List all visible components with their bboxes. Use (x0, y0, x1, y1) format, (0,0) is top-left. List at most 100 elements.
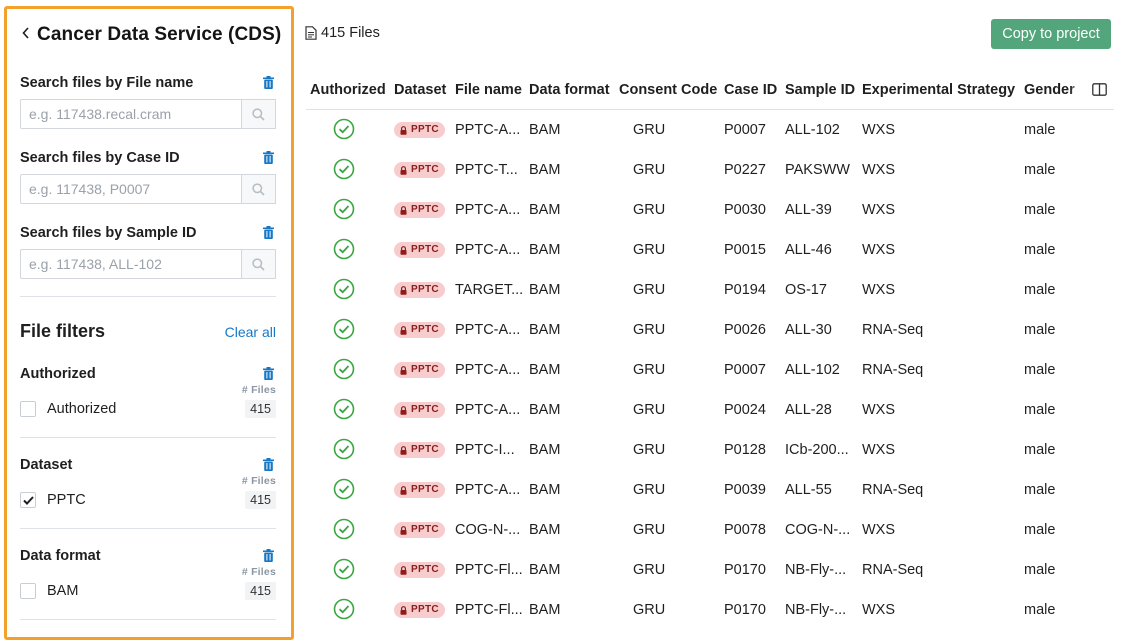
cell-sample-id: NB-Fly-... (785, 562, 847, 578)
cell-sample-id: ALL-55 (785, 482, 832, 498)
files-count-header: # Files (241, 566, 276, 578)
authorized-check-icon (333, 518, 355, 540)
trash-icon[interactable] (263, 549, 274, 562)
search-button[interactable] (242, 174, 276, 204)
trash-icon[interactable] (263, 151, 274, 164)
cell-consent-code: GRU (633, 202, 666, 218)
cell-data-format: BAM (529, 522, 561, 538)
trash-icon[interactable] (263, 226, 274, 239)
table-row[interactable]: PPTC PPTC-A... BAM GRU P0015 ALL-46 WXS male (306, 230, 1114, 270)
cell-gender: male (1024, 362, 1056, 378)
cell-data-format: BAM (529, 442, 561, 458)
column-settings-button[interactable] (1086, 77, 1112, 101)
table-row[interactable]: PPTC PPTC-A... BAM GRU P0039 ALL-55 RNA-Seq mal… (306, 470, 1114, 510)
divider (20, 296, 276, 297)
dataset-badge: PPTC (394, 402, 445, 418)
cell-file-name[interactable]: PPTC-A... (455, 310, 520, 350)
cell-file-name[interactable]: PPTC-A... (455, 470, 520, 510)
facet-option[interactable]: Authorized 415 (20, 399, 276, 419)
cell-file-name[interactable]: PPTC-A... (455, 350, 520, 390)
facet-option[interactable]: PPTC 415 (20, 490, 276, 510)
copy-to-project-button[interactable]: Copy to project (991, 19, 1111, 49)
table-row[interactable]: PPTC TARGET... BAM GRU P0194 OS-17 WXS male (306, 270, 1114, 310)
cell-file-name[interactable]: PPTC-Fl... (455, 550, 523, 590)
cell-file-name[interactable]: PPTC-A... (455, 230, 520, 270)
search-file-name-input[interactable] (20, 99, 242, 129)
cell-file-name[interactable]: PPTC-A... (455, 190, 520, 230)
table-row[interactable]: PPTC PPTC-A... BAM GRU P0026 ALL-30 RNA-Seq mal… (306, 310, 1114, 350)
facet-option[interactable]: BAM 415 (20, 581, 276, 601)
dataset-badge-label: PPTC (411, 324, 439, 335)
dataset-badge: PPTC (394, 602, 445, 618)
table-row[interactable]: PPTC COG-N-... BAM GRU P0078 COG-N-... WXS male (306, 510, 1114, 550)
cell-gender: male (1024, 562, 1056, 578)
cell-case-id: P0024 (724, 402, 766, 418)
cell-file-name[interactable]: PPTC-Fl... (455, 590, 523, 630)
header-fade (1070, 80, 1084, 102)
checkbox-checked[interactable] (20, 492, 36, 508)
cell-sample-id: OS-17 (785, 282, 827, 298)
search-icon (252, 107, 265, 121)
column-header[interactable]: Dataset (394, 82, 446, 98)
cell-case-id: P0026 (724, 322, 766, 338)
cell-sample-id: ALL-30 (785, 322, 832, 338)
facet-option-count: 415 (245, 400, 276, 418)
cell-experimental-strategy: RNA-Seq (862, 322, 924, 338)
table-row[interactable]: PPTC PPTC-Fl... BAM GRU P0170 NB-Fly-... RNA-S… (306, 550, 1114, 590)
cell-file-name[interactable]: PPTC-T... (455, 150, 518, 190)
column-header[interactable]: Sample ID (785, 82, 855, 98)
table-row[interactable]: PPTC PPTC-Fl... BAM GRU P0170 NB-Fly-... WXS ma… (306, 590, 1114, 630)
search-sample-id-input[interactable] (20, 249, 242, 279)
cell-gender: male (1024, 242, 1056, 258)
cell-sample-id: ALL-28 (785, 402, 832, 418)
cell-file-name[interactable]: PPTC-A... (455, 110, 520, 150)
cell-case-id: P0015 (724, 242, 766, 258)
cell-experimental-strategy: RNA-Seq (862, 362, 924, 378)
cell-consent-code: GRU (633, 482, 666, 498)
checkbox[interactable] (20, 583, 36, 599)
dataset-badge-label: PPTC (411, 604, 439, 615)
table-row[interactable]: PPTC PPTC-A... BAM GRU P0030 ALL-39 WXS male (306, 190, 1114, 230)
column-header[interactable]: Case ID (724, 82, 777, 98)
chevron-left-icon[interactable] (21, 24, 37, 46)
cell-case-id: P0007 (724, 362, 766, 378)
cell-sample-id: PAKSWW (785, 162, 850, 178)
column-header[interactable]: Consent Code (619, 82, 717, 98)
facet-data-format: Data format # Files BAM 415 (20, 546, 276, 600)
table-row[interactable]: PPTC PPTC-A... BAM GRU P0007 ALL-102 WXS male (306, 110, 1114, 150)
cell-experimental-strategy: WXS (862, 442, 896, 458)
dataset-badge-label: PPTC (411, 444, 439, 455)
cell-file-name[interactable]: PPTC-A... (455, 390, 520, 430)
trash-icon[interactable] (263, 76, 274, 89)
cell-sample-id: ALL-102 (785, 362, 840, 378)
search-button[interactable] (242, 249, 276, 279)
trash-icon[interactable] (263, 367, 274, 380)
table-row[interactable]: PPTC PPTC-A... BAM GRU P0024 ALL-28 WXS male (306, 390, 1114, 430)
cell-file-name[interactable]: COG-N-... (455, 510, 520, 550)
cell-data-format: BAM (529, 362, 561, 378)
cell-data-format: BAM (529, 282, 561, 298)
column-header[interactable]: Gender (1024, 82, 1075, 98)
column-header[interactable]: Authorized (310, 82, 386, 98)
search-button[interactable] (242, 99, 276, 129)
trash-icon[interactable] (263, 458, 274, 471)
table-row[interactable]: PPTC PPTC-I... BAM GRU P0128 ICb-200... WXS mal… (306, 430, 1114, 470)
search-case-id-input[interactable] (20, 174, 242, 204)
divider (20, 619, 276, 620)
cell-file-name[interactable]: TARGET... (455, 270, 523, 310)
clear-all-link[interactable]: Clear all (225, 324, 276, 340)
column-header[interactable]: Data format (529, 82, 610, 98)
authorized-check-icon (333, 318, 355, 340)
table-row[interactable]: PPTC PPTC-A... BAM GRU P0007 ALL-102 RNA-Seq ma… (306, 350, 1114, 390)
cell-file-name[interactable]: PPTC-I... (455, 430, 515, 470)
table-row[interactable]: PPTC PPTC-T... BAM GRU P0227 PAKSWW WXS male (306, 150, 1114, 190)
column-header[interactable]: Experimental Strategy (862, 82, 1015, 98)
authorized-check-icon (333, 158, 355, 180)
column-header[interactable]: File name (455, 82, 522, 98)
cell-experimental-strategy: WXS (862, 202, 896, 218)
facet-option-label: PPTC (47, 492, 86, 508)
table-header: Authorized Dataset File name Data format… (306, 72, 1114, 110)
cell-consent-code: GRU (633, 362, 666, 378)
checkbox[interactable] (20, 401, 36, 417)
cell-experimental-strategy: WXS (862, 402, 896, 418)
